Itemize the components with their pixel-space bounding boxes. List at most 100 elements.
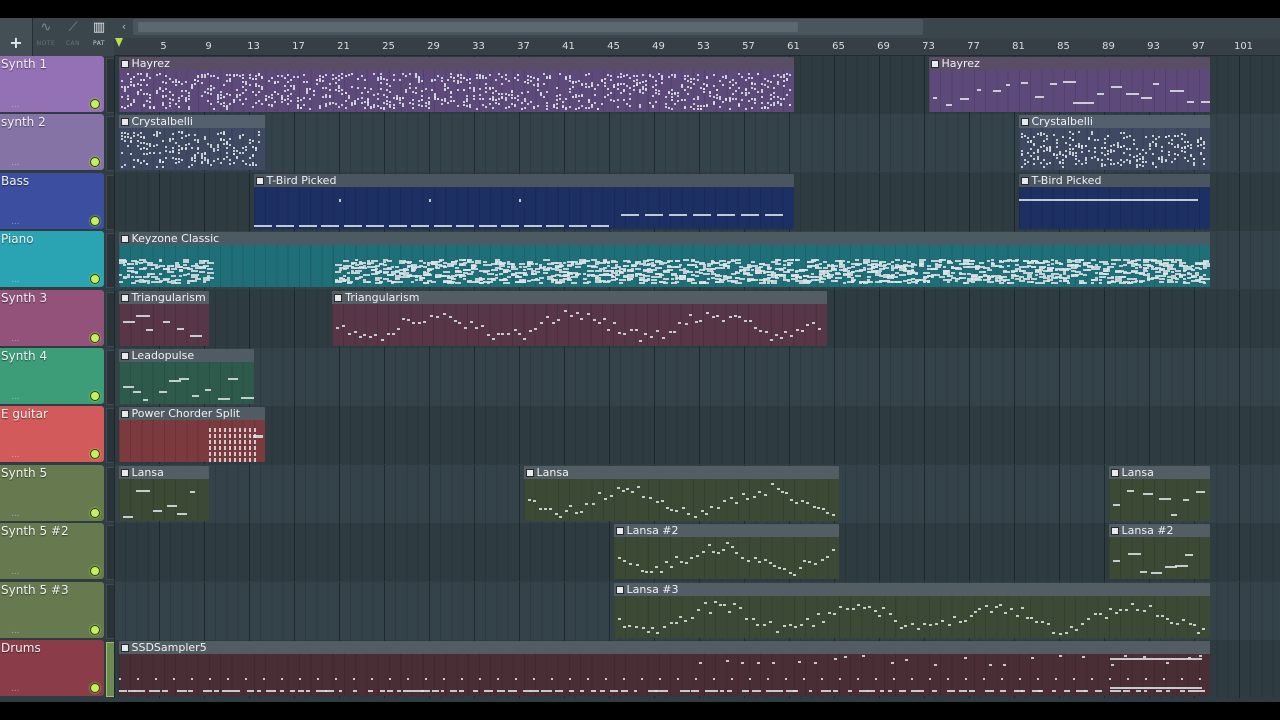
clip-menu-icon[interactable] <box>930 60 939 68</box>
track-header-piano[interactable]: Piano... <box>0 231 104 288</box>
track-mute-led-icon[interactable] <box>90 332 100 343</box>
pattern-clip[interactable]: Hayrez <box>118 57 794 112</box>
pattern-clip[interactable]: Hayrez <box>928 57 1210 112</box>
clip-menu-icon[interactable] <box>525 468 534 477</box>
pattern-clip[interactable]: T-Bird Picked <box>253 173 794 229</box>
track-header-synth-5-2[interactable]: Synth 5 #2... <box>0 523 104 580</box>
clip-title-bar[interactable]: Triangularism <box>118 290 209 304</box>
pattern-clip[interactable]: Lansa #3 <box>613 582 1210 638</box>
timeline-ruler[interactable]: 5 9 13 17 21 25 29 33 37 41 45 49 53 57 61 65 69 73 77 81 85… <box>114 38 1280 56</box>
clip-menu-icon[interactable] <box>1020 118 1029 127</box>
pattern-clip[interactable]: Lansa <box>523 465 839 521</box>
track-mute-led-icon[interactable] <box>90 683 100 693</box>
note-tool[interactable]: ∿ NOTE <box>33 18 59 50</box>
track-mute-led-icon[interactable] <box>90 507 100 518</box>
pattern-clip[interactable]: Crystalbelli <box>1018 115 1210 171</box>
clip-notes-preview <box>119 70 794 112</box>
track-lane[interactable]: Lansa Lansa Lansa <box>114 464 1280 523</box>
track-header-drums[interactable]: Drums... <box>0 640 104 696</box>
scrollbar-thumb[interactable] <box>138 22 798 32</box>
clip-menu-icon[interactable] <box>120 644 129 652</box>
clip-menu-icon[interactable] <box>120 293 129 302</box>
clip-title-bar[interactable]: Lansa <box>523 465 839 479</box>
ruler-bar-number: 73 <box>922 41 935 52</box>
track-header-synth-5[interactable]: Synth 5... <box>0 464 104 521</box>
clip-menu-icon[interactable] <box>120 235 129 244</box>
track-header-synth-3[interactable]: Synth 3... <box>0 289 104 346</box>
playhead-marker[interactable] <box>115 38 123 47</box>
pattern-clip[interactable]: Triangularism <box>118 290 209 346</box>
clip-menu-icon[interactable] <box>615 585 624 594</box>
pattern-clip[interactable]: T-Bird Picked <box>1018 173 1210 229</box>
clip-menu-icon[interactable] <box>120 118 129 127</box>
clip-title-bar[interactable]: Lansa <box>118 465 209 479</box>
track-lane[interactable]: Triangularism Triangularism <box>114 289 1280 348</box>
pattern-clip[interactable]: Keyzone Classic <box>118 232 1210 288</box>
clip-menu-icon[interactable] <box>615 527 624 536</box>
clip-title-bar[interactable]: Hayrez <box>118 57 794 70</box>
clip-title-bar[interactable]: Triangularism <box>332 290 828 304</box>
pat-tool[interactable]: ▥ PAT <box>86 18 112 50</box>
clip-title-bar[interactable]: Crystalbelli <box>118 115 265 129</box>
track-lane[interactable]: Crystalbelli Crystalbelli <box>114 114 1280 173</box>
pattern-clip[interactable]: Triangularism <box>332 290 828 346</box>
clip-title: Hayrez <box>131 57 170 70</box>
track-mute-led-icon[interactable] <box>90 274 100 285</box>
clip-menu-icon[interactable] <box>255 176 264 185</box>
pattern-clip[interactable]: SSDSampler5 <box>118 641 1210 696</box>
pattern-clip[interactable]: Power Chorder Split <box>118 407 265 463</box>
clip-title-bar[interactable]: Crystalbelli <box>1018 115 1210 129</box>
clip-menu-icon[interactable] <box>120 468 129 477</box>
track-lane[interactable]: Keyzone Classic <box>114 231 1280 290</box>
clip-title-bar[interactable]: Lansa #2 <box>1108 524 1210 538</box>
clip-title-bar[interactable]: Hayrez <box>928 57 1210 70</box>
clip-title-bar[interactable]: Keyzone Classic <box>118 232 1210 246</box>
track-header-bass[interactable]: Bass... <box>0 172 104 229</box>
track-header-synth-4[interactable]: Synth 4... <box>0 348 104 404</box>
clip-title-bar[interactable]: Power Chorder Split <box>118 407 265 421</box>
track-lane[interactable]: Leadopulse <box>114 348 1280 406</box>
track-mute-led-icon[interactable] <box>90 624 100 635</box>
track-lane[interactable]: Lansa #2 Lansa #2 <box>114 523 1280 582</box>
clip-menu-icon[interactable] <box>120 352 129 360</box>
pattern-clip[interactable]: Lansa #2 <box>1108 524 1210 580</box>
track-mute-led-icon[interactable] <box>90 449 100 460</box>
horizontal-scrollbar[interactable] <box>133 19 923 35</box>
track-lane[interactable]: SSDSampler5 <box>114 640 1280 698</box>
track-mute-led-icon[interactable] <box>90 99 100 109</box>
clip-title-bar[interactable]: Lansa #3 <box>613 582 1210 596</box>
clip-title-bar[interactable]: T-Bird Picked <box>1018 173 1210 187</box>
track-header-synth-5-3[interactable]: Synth 5 #3... <box>0 581 104 638</box>
clip-menu-icon[interactable] <box>1110 468 1119 477</box>
track-lane[interactable]: T-Bird Picked T-Bird Picked <box>114 172 1280 231</box>
pattern-clip[interactable]: Lansa <box>118 465 209 521</box>
track-grip-icon: ... <box>11 684 20 694</box>
track-mute-led-icon[interactable] <box>90 566 100 577</box>
track-header-synth-2[interactable]: synth 2... <box>0 114 104 171</box>
scroll-left-icon[interactable]: ‹ <box>117 18 131 38</box>
clip-title-bar[interactable]: Lansa #2 <box>613 524 839 538</box>
clip-title-bar[interactable]: Leadopulse <box>118 349 254 362</box>
pattern-clip[interactable]: Leadopulse <box>118 349 254 404</box>
clip-menu-icon[interactable] <box>1110 527 1119 536</box>
track-header-synth-1[interactable]: Synth 1... <box>0 56 104 112</box>
clip-title-bar[interactable]: T-Bird Picked <box>253 173 794 187</box>
clip-title-bar[interactable]: SSDSampler5 <box>118 641 1210 654</box>
pattern-clip[interactable]: Lansa <box>1108 465 1210 521</box>
track-header-e-guitar[interactable]: E guitar... <box>0 406 104 463</box>
track-lane[interactable]: Power Chorder Split <box>114 406 1280 465</box>
clip-menu-icon[interactable] <box>334 293 343 302</box>
track-mute-led-icon[interactable] <box>90 215 100 226</box>
pattern-clip[interactable]: Crystalbelli <box>118 115 265 171</box>
track-lane[interactable]: Lansa #3 <box>114 581 1280 640</box>
clip-menu-icon[interactable] <box>1020 176 1029 185</box>
clip-menu-icon[interactable] <box>120 410 129 419</box>
track-mute-led-icon[interactable] <box>90 157 100 168</box>
clip-menu-icon[interactable] <box>120 60 129 68</box>
can-tool[interactable]: ⟋ CAN <box>60 18 86 50</box>
track-mute-led-icon[interactable] <box>90 391 100 401</box>
ruler-bar-number: 53 <box>697 41 710 52</box>
track-lane[interactable]: Hayrez Hayrez <box>114 56 1280 114</box>
clip-title-bar[interactable]: Lansa <box>1108 465 1210 479</box>
pattern-clip[interactable]: Lansa #2 <box>613 524 839 580</box>
